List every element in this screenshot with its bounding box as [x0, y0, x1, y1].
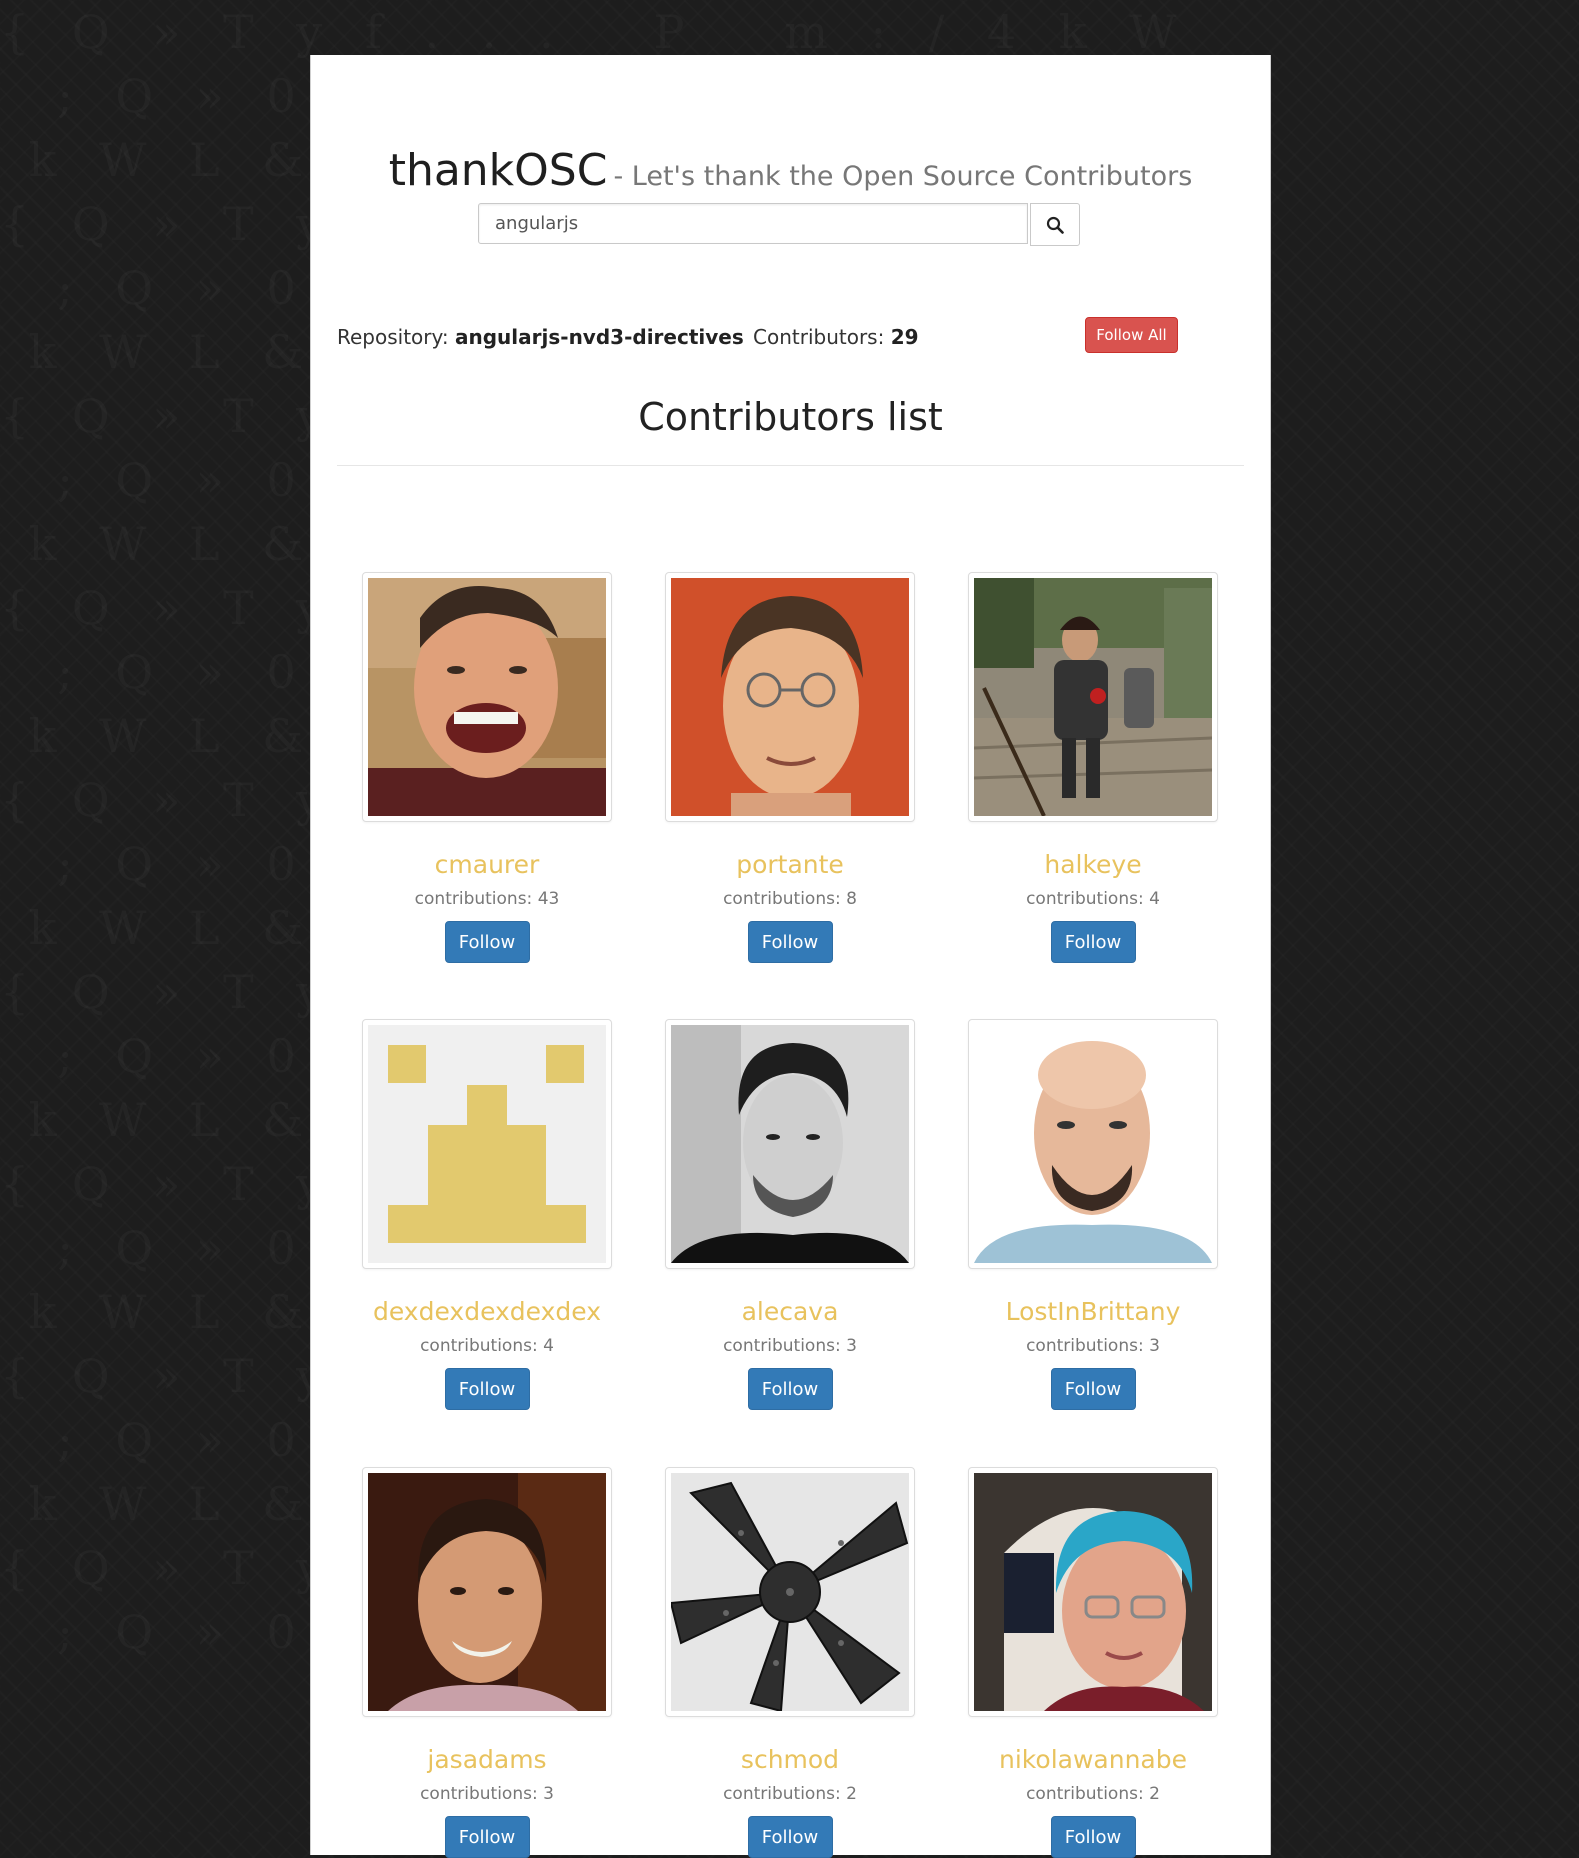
- contributor-card: portante contributions: 8 Follow: [665, 572, 915, 963]
- avatar-bald-man-with-beard: [974, 1025, 1212, 1263]
- avatar-black-and-white-portrait: [671, 1025, 909, 1263]
- search-input[interactable]: [478, 203, 1028, 244]
- contributor-card: cmaurer contributions: 43 Follow: [362, 572, 612, 963]
- contributor-contributions: contributions: 3: [420, 1784, 554, 1804]
- avatar-frame[interactable]: [968, 1467, 1218, 1717]
- contributor-contributions: contributions: 43: [414, 889, 560, 909]
- contributor-contributions: contributions: 2: [723, 1784, 857, 1804]
- contributor-contributions: contributions: 4: [1026, 889, 1160, 909]
- follow-button[interactable]: Follow: [1050, 1816, 1136, 1858]
- contributor-card: jasadams contributions: 3 Follow: [362, 1467, 612, 1858]
- page-header: thankOSC - Let's thank the Open Source Co…: [311, 145, 1270, 196]
- avatar-frame[interactable]: [665, 1019, 915, 1269]
- follow-button[interactable]: Follow: [444, 1816, 530, 1858]
- contributors-count: Contributors: 29: [753, 325, 919, 349]
- repository-info: Repository: angularjs-nvd3-directives: [337, 325, 744, 349]
- avatar-frame[interactable]: [665, 572, 915, 822]
- contributors-label: Contributors:: [753, 325, 885, 349]
- repository-label: Repository:: [337, 325, 449, 349]
- avatar-frame[interactable]: [968, 1019, 1218, 1269]
- avatar-blue-haired-woman: [974, 1473, 1212, 1711]
- contributor-contributions: contributions: 3: [723, 1336, 857, 1356]
- search-button[interactable]: [1030, 203, 1080, 246]
- contributor-contributions: contributions: 4: [420, 1336, 554, 1356]
- contributor-contributions: contributions: 8: [723, 889, 857, 909]
- repository-info-row: Repository: angularjs-nvd3-directives Co…: [337, 317, 1237, 357]
- follow-button[interactable]: Follow: [747, 1816, 833, 1858]
- contributor-card: nikolawannabe contributions: 2 Follow: [968, 1467, 1218, 1858]
- follow-button[interactable]: Follow: [444, 1368, 530, 1410]
- divider: [337, 465, 1244, 466]
- contributor-card: schmod contributions: 2 Follow: [665, 1467, 915, 1858]
- contributor-username[interactable]: portante: [665, 850, 915, 879]
- repository-name: angularjs-nvd3-directives: [455, 325, 744, 349]
- avatar-starfish: [671, 1473, 909, 1711]
- avatar-frame[interactable]: [362, 572, 612, 822]
- contributor-contributions: contributions: 3: [1026, 1336, 1160, 1356]
- contributor-username[interactable]: cmaurer: [362, 850, 612, 879]
- search-bar: [478, 203, 1080, 246]
- contributor-card: dexdexdexdexdex contributions: 4 Follow: [362, 1019, 612, 1410]
- avatar-frame[interactable]: [968, 572, 1218, 822]
- contributor-contributions: contributions: 2: [1026, 1784, 1160, 1804]
- avatar-identicon: [368, 1025, 606, 1263]
- avatar-laughing-man: [368, 578, 606, 816]
- follow-button[interactable]: Follow: [747, 1368, 833, 1410]
- contributor-card: LostInBrittany contributions: 3 Follow: [968, 1019, 1218, 1410]
- follow-all-button[interactable]: Follow All: [1085, 317, 1178, 353]
- contributor-card: halkeye contributions: 4 Follow: [968, 572, 1218, 963]
- search-icon: [1046, 216, 1064, 234]
- follow-button[interactable]: Follow: [1050, 1368, 1136, 1410]
- follow-button[interactable]: Follow: [1050, 921, 1136, 963]
- avatar-frame[interactable]: [362, 1467, 612, 1717]
- avatar-frame[interactable]: [665, 1467, 915, 1717]
- contributor-username[interactable]: schmod: [665, 1745, 915, 1774]
- contributor-card: alecava contributions: 3 Follow: [665, 1019, 915, 1410]
- contributors-number: 29: [890, 325, 919, 349]
- avatar-frame[interactable]: [362, 1019, 612, 1269]
- follow-button[interactable]: Follow: [444, 921, 530, 963]
- brand-tagline: - Let's thank the Open Source Contributo…: [613, 161, 1193, 192]
- contributor-username[interactable]: nikolawannabe: [968, 1745, 1218, 1774]
- contributor-username[interactable]: LostInBrittany: [968, 1297, 1218, 1326]
- main-panel: thankOSC - Let's thank the Open Source Co…: [310, 55, 1271, 1858]
- follow-button[interactable]: Follow: [747, 921, 833, 963]
- avatar-man-with-glasses: [671, 578, 909, 816]
- brand-title: thankOSC: [388, 145, 608, 196]
- avatar-smiling-man: [368, 1473, 606, 1711]
- contributor-username[interactable]: jasadams: [362, 1745, 612, 1774]
- avatar-man-on-stairs: [974, 578, 1212, 816]
- contributors-list-title: Contributors list: [638, 395, 943, 439]
- contributor-username[interactable]: halkeye: [968, 850, 1218, 879]
- contributor-username[interactable]: dexdexdexdexdex: [362, 1297, 612, 1326]
- contributor-username[interactable]: alecava: [665, 1297, 915, 1326]
